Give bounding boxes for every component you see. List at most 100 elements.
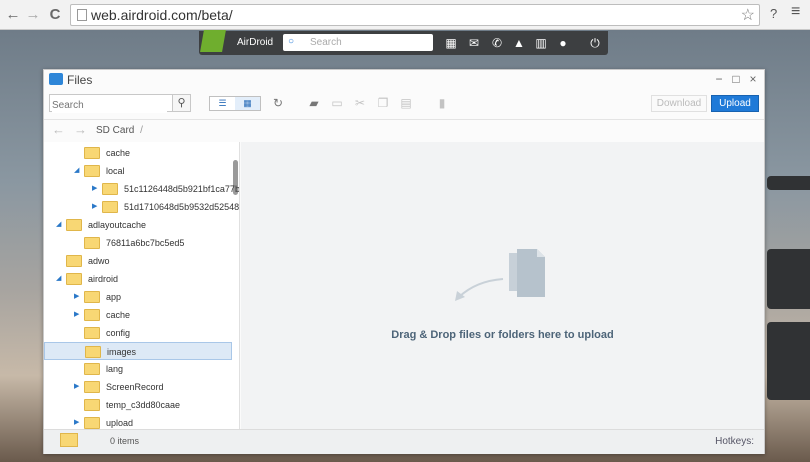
- window-titlebar[interactable]: Files − □ ×: [44, 70, 764, 90]
- android-logo-icon: [200, 30, 226, 52]
- help-icon[interactable]: ?: [770, 6, 777, 21]
- phone-icon[interactable]: ✆: [489, 35, 505, 51]
- browser-menu-icon[interactable]: ≡: [791, 3, 800, 21]
- refresh-icon[interactable]: ↻: [270, 95, 286, 111]
- tree-item[interactable]: ▶ upload: [44, 414, 232, 429]
- folder-icon: [66, 273, 82, 285]
- tree-item[interactable]: lang: [44, 360, 232, 378]
- breadcrumb-separator: /: [140, 125, 143, 136]
- address-url[interactable]: web.airdroid.com/beta/: [91, 7, 233, 23]
- tree-item[interactable]: config: [44, 324, 232, 342]
- tree-item-label: cache: [106, 148, 131, 158]
- rename-icon[interactable]: ▭: [329, 95, 345, 111]
- tree-item[interactable]: ▶ app: [44, 288, 232, 306]
- files-app-icon: [49, 73, 63, 85]
- copy-icon[interactable]: ❐: [375, 95, 391, 111]
- tree-item[interactable]: adwo: [44, 252, 232, 270]
- address-bar[interactable]: web.airdroid.com/beta/ ☆: [70, 4, 760, 26]
- file-drop-area[interactable]: Drag & Drop files or folders here to upl…: [241, 142, 764, 429]
- search-icon: ○: [288, 36, 295, 47]
- tree-item[interactable]: images: [44, 342, 232, 360]
- tree-item[interactable]: ▶ 51d1710648d5b9532d52548d.zip: [44, 198, 239, 216]
- tree-item[interactable]: ▶ 51c1126448d5b921bf1ca77b.zip: [44, 180, 239, 198]
- tree-item[interactable]: temp_c3dd80caae: [44, 396, 232, 414]
- power-icon[interactable]: ⏻: [587, 35, 603, 51]
- path-forward-icon[interactable]: →: [74, 122, 87, 137]
- upload-button[interactable]: Upload: [711, 95, 759, 112]
- back-icon[interactable]: ←: [4, 6, 22, 24]
- tree-item[interactable]: ▶ cache: [44, 306, 232, 324]
- messages-icon[interactable]: ✉: [466, 35, 482, 51]
- tree-item[interactable]: ◢ airdroid: [44, 270, 232, 288]
- collapse-toggle-icon[interactable]: ◢: [56, 220, 61, 228]
- tree-item[interactable]: ▶ ScreenRecord: [44, 378, 232, 396]
- contacts-book-icon[interactable]: ▥: [533, 35, 549, 51]
- tree-item-label: local: [106, 166, 125, 176]
- browser-toolbar: ← → C web.airdroid.com/beta/ ☆ ? ≡: [0, 0, 810, 30]
- grid-view-icon[interactable]: ▦: [235, 97, 260, 110]
- apps-icon[interactable]: ▦: [443, 35, 459, 51]
- path-bar: ← → SD Card /: [44, 119, 764, 140]
- folder-icon: [102, 201, 118, 213]
- expand-toggle-icon[interactable]: ▶: [92, 184, 97, 192]
- file-search-input[interactable]: [52, 98, 167, 113]
- tree-item-label: lang: [106, 364, 124, 374]
- folder-icon: [84, 417, 100, 429]
- page-icon: [77, 9, 87, 21]
- tree-item-label: 76811a6bc7bc5ed5: [106, 238, 185, 248]
- drop-arrow-icon: [455, 278, 504, 301]
- hotkeys-link[interactable]: Hotkeys:: [715, 436, 754, 447]
- breadcrumb: SD Card /: [96, 125, 143, 136]
- collapse-toggle-icon[interactable]: ◢: [74, 166, 79, 174]
- maximize-icon[interactable]: □: [729, 72, 743, 86]
- drop-message: Drag & Drop files or folders here to upl…: [391, 329, 614, 341]
- tree-item-label: 51d1710648d5b9532d52548d.zip: [124, 202, 240, 212]
- list-view-icon[interactable]: ☰: [210, 97, 235, 110]
- folder-icon: [84, 291, 100, 303]
- minimize-icon[interactable]: −: [712, 72, 726, 86]
- airdroid-search[interactable]: ○ Search: [283, 34, 433, 51]
- folder-icon: [66, 255, 82, 267]
- expand-toggle-icon[interactable]: ▶: [92, 202, 97, 210]
- airdroid-bar: AirDroid ○ Search ▦ ✉ ✆ ▲ ▥ ● ⏻: [199, 30, 608, 55]
- close-icon[interactable]: ×: [746, 72, 760, 86]
- tree-item-label: app: [106, 292, 122, 302]
- expand-toggle-icon[interactable]: ▶: [74, 310, 79, 318]
- cut-icon[interactable]: ✂: [352, 95, 368, 111]
- tree-item[interactable]: ◢ adlayoutcache: [44, 216, 232, 234]
- new-folder-icon[interactable]: ▰: [306, 95, 322, 111]
- airdroid-logo: AirDroid: [199, 30, 277, 55]
- status-bar: 0 items Hotkeys:: [44, 429, 764, 454]
- file-search-box[interactable]: [49, 94, 189, 113]
- tree-item-label: images: [107, 347, 137, 357]
- folder-icon: [84, 237, 100, 249]
- paste-icon[interactable]: ▤: [398, 95, 414, 111]
- tree-item-label: ScreenRecord: [106, 382, 164, 392]
- breadcrumb-sd-card[interactable]: SD Card: [96, 125, 134, 136]
- folder-icon: [84, 327, 100, 339]
- tree-item-label: 51c1126448d5b921bf1ca77b.zip: [124, 184, 240, 194]
- folder-icon: [102, 183, 118, 195]
- user-icon[interactable]: ●: [555, 35, 571, 51]
- tree-item[interactable]: 76811a6bc7bc5ed5: [44, 234, 232, 252]
- tree-item[interactable]: cache: [44, 144, 232, 162]
- expand-toggle-icon[interactable]: ▶: [74, 292, 79, 300]
- delete-icon[interactable]: ▮: [434, 95, 450, 111]
- path-back-icon[interactable]: ←: [52, 122, 65, 137]
- airdroid-search-placeholder[interactable]: Search: [310, 37, 342, 48]
- download-button[interactable]: Download: [651, 95, 707, 112]
- reload-icon[interactable]: C: [46, 6, 64, 24]
- collapse-toggle-icon[interactable]: ◢: [56, 274, 61, 282]
- forward-icon[interactable]: →: [24, 6, 42, 24]
- folder-icon: [84, 165, 100, 177]
- tree-item[interactable]: ◢ local: [44, 162, 232, 180]
- window-title: Files: [67, 73, 93, 87]
- expand-toggle-icon[interactable]: ▶: [74, 418, 79, 426]
- folder-icon: [60, 433, 78, 447]
- expand-toggle-icon[interactable]: ▶: [74, 382, 79, 390]
- tree-item-label: upload: [106, 418, 134, 428]
- notifications-icon[interactable]: ▲: [511, 35, 527, 51]
- bookmark-star-icon[interactable]: ☆: [741, 5, 755, 25]
- search-button-icon[interactable]: ⚲: [172, 94, 191, 112]
- folder-icon: [84, 363, 100, 375]
